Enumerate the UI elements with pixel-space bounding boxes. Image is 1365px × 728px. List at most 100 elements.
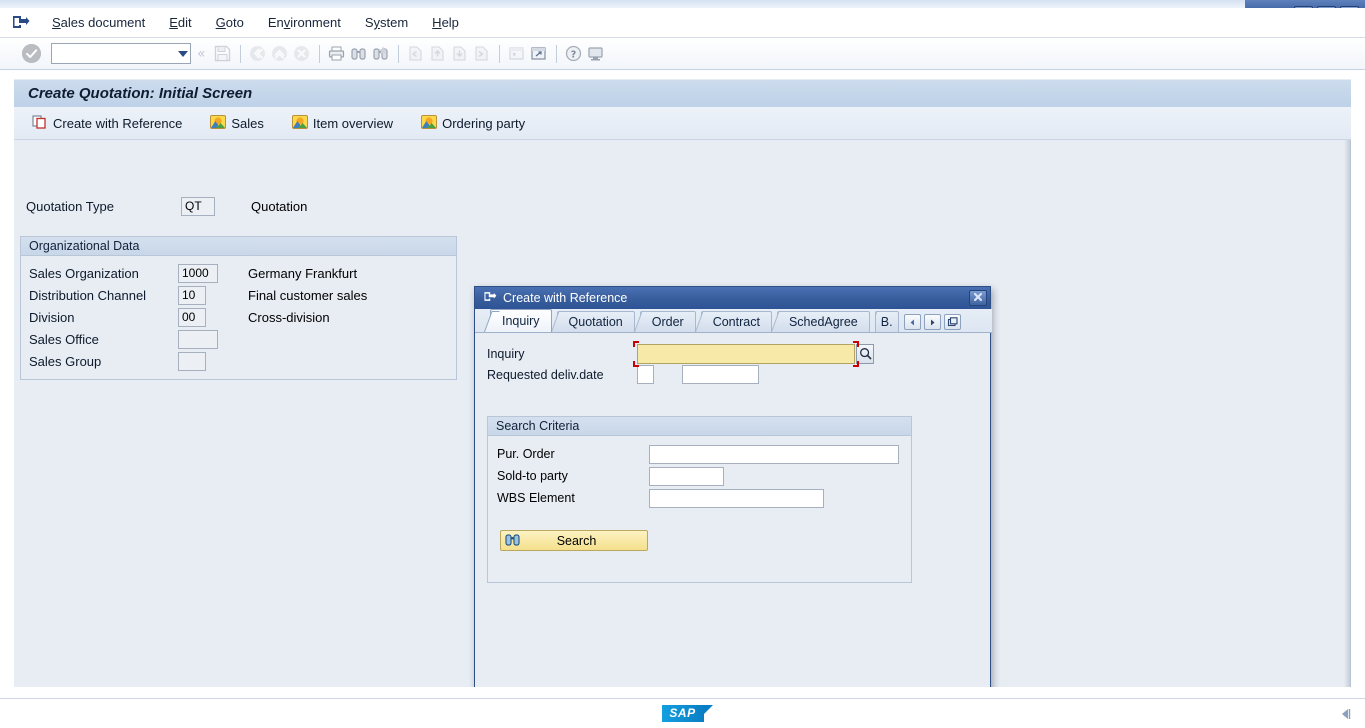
sales-label: Sales (231, 115, 264, 131)
sales-organization-input[interactable] (178, 263, 218, 283)
sunrise-icon (210, 114, 227, 133)
toolbar-separator (397, 44, 399, 63)
tab-inquiry-label: Inquiry (502, 314, 540, 328)
sap-gui-window: SSales documentales document Edit Goto E… (0, 0, 1365, 728)
chevron-down-icon[interactable] (178, 50, 188, 57)
menu-item-environment[interactable]: Environment (256, 13, 353, 32)
organizational-data-group: Organizational Data Sales Organization G… (20, 236, 457, 380)
content-bottom-spacer (0, 687, 1365, 698)
dialog-title: Create with Reference (503, 291, 628, 305)
tab-b[interactable]: B. (874, 311, 899, 332)
search-button-label: Search (556, 533, 597, 548)
toolbar-separator (239, 44, 241, 63)
division-description: Cross-division (248, 309, 330, 325)
shortcut-icon[interactable] (528, 43, 550, 65)
menu-item-goto[interactable]: Goto (204, 13, 256, 32)
status-bar: SAP (0, 698, 1365, 728)
menu-item-system[interactable]: System (353, 13, 420, 32)
tab-list-icon[interactable] (943, 314, 961, 330)
sold-to-party-row: Sold-to party (497, 465, 911, 487)
command-input[interactable] (56, 45, 175, 62)
distribution-channel-label: Distribution Channel (29, 287, 147, 303)
last-page-icon[interactable] (471, 43, 493, 65)
tab-scroll-left-icon[interactable] (903, 314, 921, 330)
quotation-type-description: Quotation (251, 198, 308, 214)
create-with-reference-button[interactable]: Create with Reference (26, 111, 194, 136)
sales-group-input[interactable] (178, 351, 206, 371)
item-overview-button[interactable]: Item overview (286, 111, 405, 136)
search-criteria-group: Search Criteria Pur. Order Sold-to party… (487, 416, 912, 583)
toolbar-separator (555, 44, 557, 63)
find-icon[interactable] (348, 43, 370, 65)
sap-logo: SAP (661, 705, 713, 722)
sap-window-menu-icon[interactable] (10, 13, 36, 33)
resize-grip-icon[interactable] (1339, 707, 1351, 721)
find-next-icon[interactable] (370, 43, 392, 65)
distribution-channel-description: Final customer sales (248, 287, 368, 303)
tab-order[interactable]: Order (633, 311, 696, 332)
inquiry-label: Inquiry (487, 346, 525, 361)
requested-delivery-date-label: Requested deliv.date (487, 367, 604, 382)
ordering-party-button[interactable]: Ordering party (415, 111, 537, 136)
tab-sched-agree[interactable]: SchedAgree (770, 311, 870, 332)
sales-office-label: Sales Office (29, 331, 99, 347)
organizational-data-title: Organizational Data (21, 237, 456, 256)
menu-item-edit[interactable]: Edit (157, 13, 203, 32)
main-content-area: Quotation Type Quotation Organizational … (14, 140, 1351, 728)
requested-delivery-date-input[interactable] (637, 365, 654, 384)
focus-marker-bottom-right (853, 360, 859, 367)
tab-scroll-right-icon[interactable] (923, 314, 941, 330)
sold-to-party-input[interactable] (649, 466, 724, 486)
inquiry-input[interactable] (637, 343, 855, 364)
toolbar-separator (318, 44, 320, 63)
print-icon[interactable] (326, 43, 348, 65)
sales-office-input[interactable] (178, 329, 218, 349)
help-icon[interactable]: ? (563, 43, 585, 65)
wbs-element-label: WBS Element (497, 491, 575, 505)
tab-quotation[interactable]: Quotation (550, 311, 635, 332)
requested-delivery-date-input-2[interactable] (682, 365, 759, 384)
create-session-icon[interactable] (506, 43, 528, 65)
next-page-icon[interactable] (449, 43, 471, 65)
quotation-type-input[interactable] (181, 196, 215, 216)
pur-order-input[interactable] (649, 444, 899, 464)
toolbar-collapse-icon[interactable]: « (191, 46, 212, 62)
pur-order-row: Pur. Order (497, 443, 911, 465)
tab-inquiry[interactable]: Inquiry (484, 309, 552, 332)
wbs-element-row: WBS Element (497, 487, 911, 509)
search-button[interactable]: Search (500, 530, 648, 551)
wbs-element-input[interactable] (649, 488, 824, 508)
sales-group-label: Sales Group (29, 353, 102, 369)
ordering-party-label: Ordering party (442, 115, 526, 131)
exit-icon[interactable] (269, 43, 291, 65)
tab-sched-agree-label: SchedAgree (788, 315, 858, 329)
sales-organization-label: Sales Organization (29, 265, 139, 281)
dialog-body: Inquiry Requested deliv.date Search Crit… (475, 333, 992, 696)
sales-office-row: Sales Office (29, 328, 456, 350)
requested-delivery-date-row: Requested deliv.date (487, 364, 992, 385)
focus-marker-top-left (633, 340, 639, 347)
sales-organization-row: Sales Organization Germany Frankfurt (29, 262, 456, 284)
menu-item-help[interactable]: Help (420, 13, 471, 32)
search-criteria-title: Search Criteria (488, 417, 911, 436)
division-input[interactable] (178, 307, 206, 327)
dialog-close-icon[interactable] (969, 290, 987, 306)
save-icon[interactable] (212, 43, 234, 65)
previous-page-icon[interactable] (427, 43, 449, 65)
tab-contract-label: Contract (712, 315, 760, 329)
focus-marker-bottom-left (633, 360, 639, 367)
distribution-channel-input[interactable] (178, 285, 206, 305)
first-page-icon[interactable] (405, 43, 427, 65)
back-icon[interactable] (247, 43, 269, 65)
copy-reference-icon (32, 114, 48, 133)
menu-item-sales-document[interactable]: SSales documentales document (40, 13, 157, 32)
tab-navigation (903, 314, 961, 332)
svg-text:?: ? (571, 49, 577, 60)
tab-contract[interactable]: Contract (694, 311, 772, 332)
enter-icon[interactable] (22, 44, 41, 63)
cancel-icon[interactable] (291, 43, 313, 65)
sales-button[interactable]: Sales (204, 111, 276, 136)
tab-quotation-label: Quotation (568, 315, 623, 329)
customize-icon[interactable] (585, 43, 607, 65)
command-field[interactable] (51, 43, 191, 64)
